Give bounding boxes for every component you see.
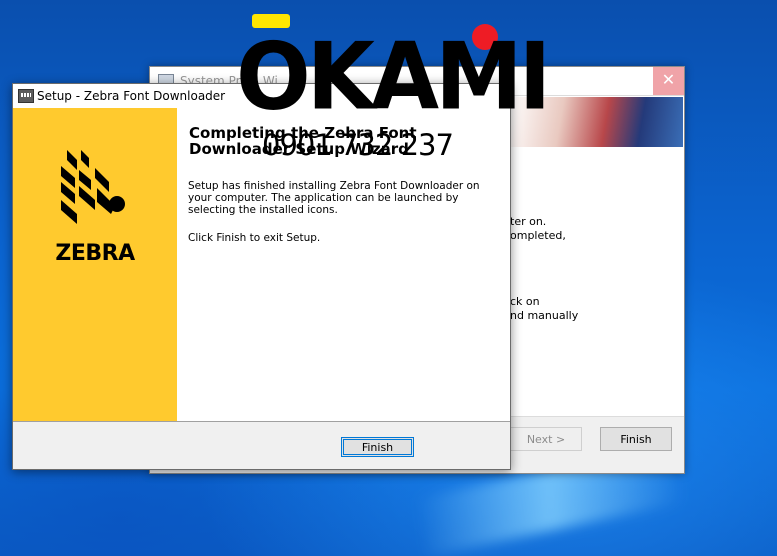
close-icon: ✕: [661, 72, 676, 89]
watermark-logo: OKAMI: [236, 22, 551, 131]
dialog-footer: Finish: [13, 422, 510, 469]
zebra-head-icon: [61, 150, 125, 224]
exit-instruction: Click Finish to exit Setup.: [188, 232, 321, 244]
finish-button[interactable]: Finish: [341, 437, 414, 457]
back-window-text-line: ter on.: [510, 215, 547, 228]
back-window-close-button[interactable]: ✕: [653, 67, 684, 95]
back-finish-button[interactable]: Finish: [600, 427, 672, 451]
zebra-brand-name: ZEBRA: [55, 241, 135, 266]
back-next-button[interactable]: Next >: [510, 427, 582, 451]
zebra-brand-panel: ZEBRA: [13, 108, 177, 421]
watermark-phone: 0901 732 237: [262, 128, 454, 162]
completion-message: Setup has finished installing Zebra Font…: [188, 180, 480, 216]
dialog-title: Setup - Zebra Font Downloader: [37, 89, 226, 103]
back-window-text-line: ompleted,: [510, 229, 566, 242]
setup-app-icon: [18, 89, 34, 103]
back-window-text-line: nd manually: [510, 309, 579, 322]
back-window-text-line: ck on: [510, 295, 540, 308]
